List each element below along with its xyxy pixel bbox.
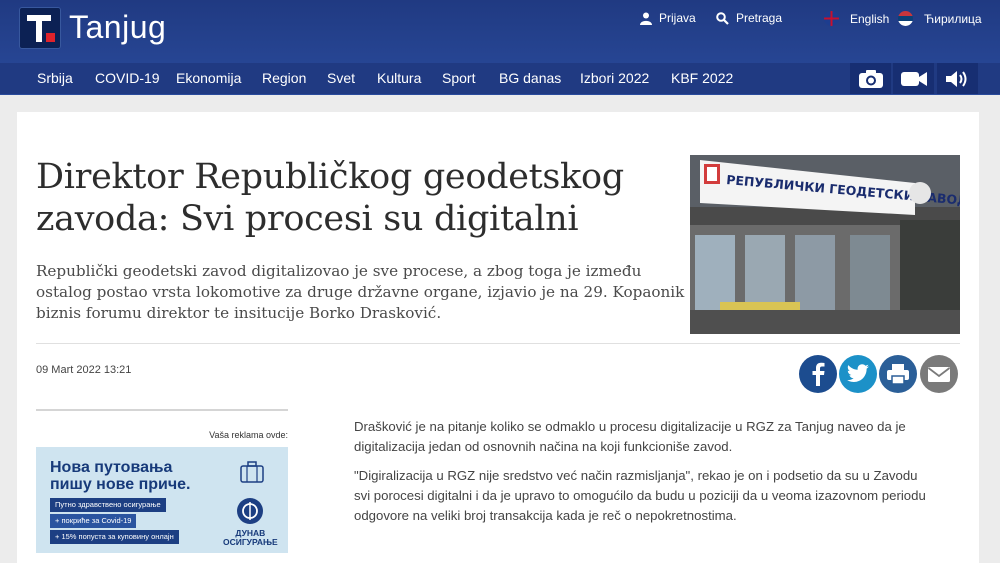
video-icon	[900, 71, 927, 86]
divider	[36, 343, 960, 344]
print-button[interactable]	[879, 355, 917, 393]
user-icon	[640, 12, 652, 25]
photo-gallery-button[interactable]	[850, 63, 891, 94]
article-paragraph: "Digiralizacija u RGZ nije sredstvo već …	[354, 468, 926, 523]
nav-item-izbori[interactable]: Izbori 2022	[580, 70, 649, 86]
sidebar-divider	[36, 409, 288, 411]
nav-item-ekonomija[interactable]: Ekonomija	[176, 70, 241, 86]
nav-item-kultura[interactable]: Kultura	[377, 70, 421, 86]
ad-brand: ДУНАВ ОСИГУРАЊЕ	[223, 528, 278, 547]
audio-icon	[945, 70, 966, 87]
ad-pill-3: + 15% попуста за куповину онлајн	[50, 530, 179, 544]
search-link[interactable]: Pretraga	[716, 11, 782, 25]
share-facebook-button[interactable]	[799, 355, 837, 393]
ad-pill-2: + покриће за Covid-19	[50, 514, 137, 528]
twitter-icon	[847, 364, 869, 382]
site-header: Tanjug Prijava Pretraga English Ћирилица…	[0, 0, 1000, 95]
video-button[interactable]	[893, 63, 934, 94]
nav-item-svet[interactable]: Svet	[327, 70, 355, 86]
camera-icon	[858, 69, 883, 88]
article-title: Direktor Republičkog geodetskog zavoda: …	[36, 157, 624, 239]
dunav-logo-icon	[237, 498, 263, 524]
building-image: РЕПУБЛИЧКИ ГЕОДЕТСКИ ЗАВОД	[690, 155, 960, 334]
email-button[interactable]	[920, 355, 958, 393]
ad-pill-1: Путно здравствено осигурање	[50, 498, 166, 512]
facebook-icon	[812, 362, 825, 386]
suitcase-icon	[240, 461, 264, 483]
publish-date: 09 Mart 2022 13:21	[36, 364, 132, 376]
main-nav: Srbija COVID-19 Ekonomija Region Svet Ku…	[0, 63, 1000, 94]
serbian-flag-icon	[898, 11, 913, 26]
nav-item-region[interactable]: Region	[262, 70, 306, 86]
ad-banner[interactable]: Нова путовања пишу нове приче. Путно здр…	[36, 447, 288, 553]
share-twitter-button[interactable]	[839, 355, 877, 393]
article-card: Direktor Republičkog geodetskog zavoda: …	[17, 112, 979, 563]
nav-item-srbija[interactable]: Srbija	[37, 70, 73, 86]
tanjug-logo[interactable]	[19, 7, 61, 49]
article-lead: Republički geodetski zavod digitalizovao…	[36, 262, 685, 322]
article-photo[interactable]: РЕПУБЛИЧКИ ГЕОДЕТСКИ ЗАВОД	[690, 155, 960, 334]
nav-item-covid[interactable]: COVID-19	[95, 70, 160, 86]
article-paragraph: Drašković je na pitanje koliko se odmakl…	[354, 419, 906, 454]
search-icon	[716, 11, 729, 25]
site-name[interactable]: Tanjug	[69, 9, 166, 46]
print-icon	[887, 364, 909, 385]
ad-headline: Нова путовања пишу нове приче.	[50, 459, 191, 493]
english-label: English	[850, 11, 890, 26]
language-cyrillic[interactable]: Ћирилица	[898, 11, 982, 26]
login-link[interactable]: Prijava	[640, 11, 696, 25]
nav-item-sport[interactable]: Sport	[442, 70, 475, 86]
nav-item-bg-danas[interactable]: BG danas	[499, 70, 561, 86]
email-icon	[927, 366, 951, 382]
cyrillic-label: Ћирилица	[924, 11, 982, 26]
language-english[interactable]: English	[824, 11, 889, 26]
nav-item-kbf[interactable]: KBF 2022	[671, 70, 733, 86]
audio-button[interactable]	[937, 63, 978, 94]
ad-label: Vaša reklama ovde:	[209, 430, 288, 440]
search-label: Pretraga	[736, 11, 783, 25]
uk-flag-icon	[824, 11, 839, 26]
login-label: Prijava	[659, 11, 696, 25]
